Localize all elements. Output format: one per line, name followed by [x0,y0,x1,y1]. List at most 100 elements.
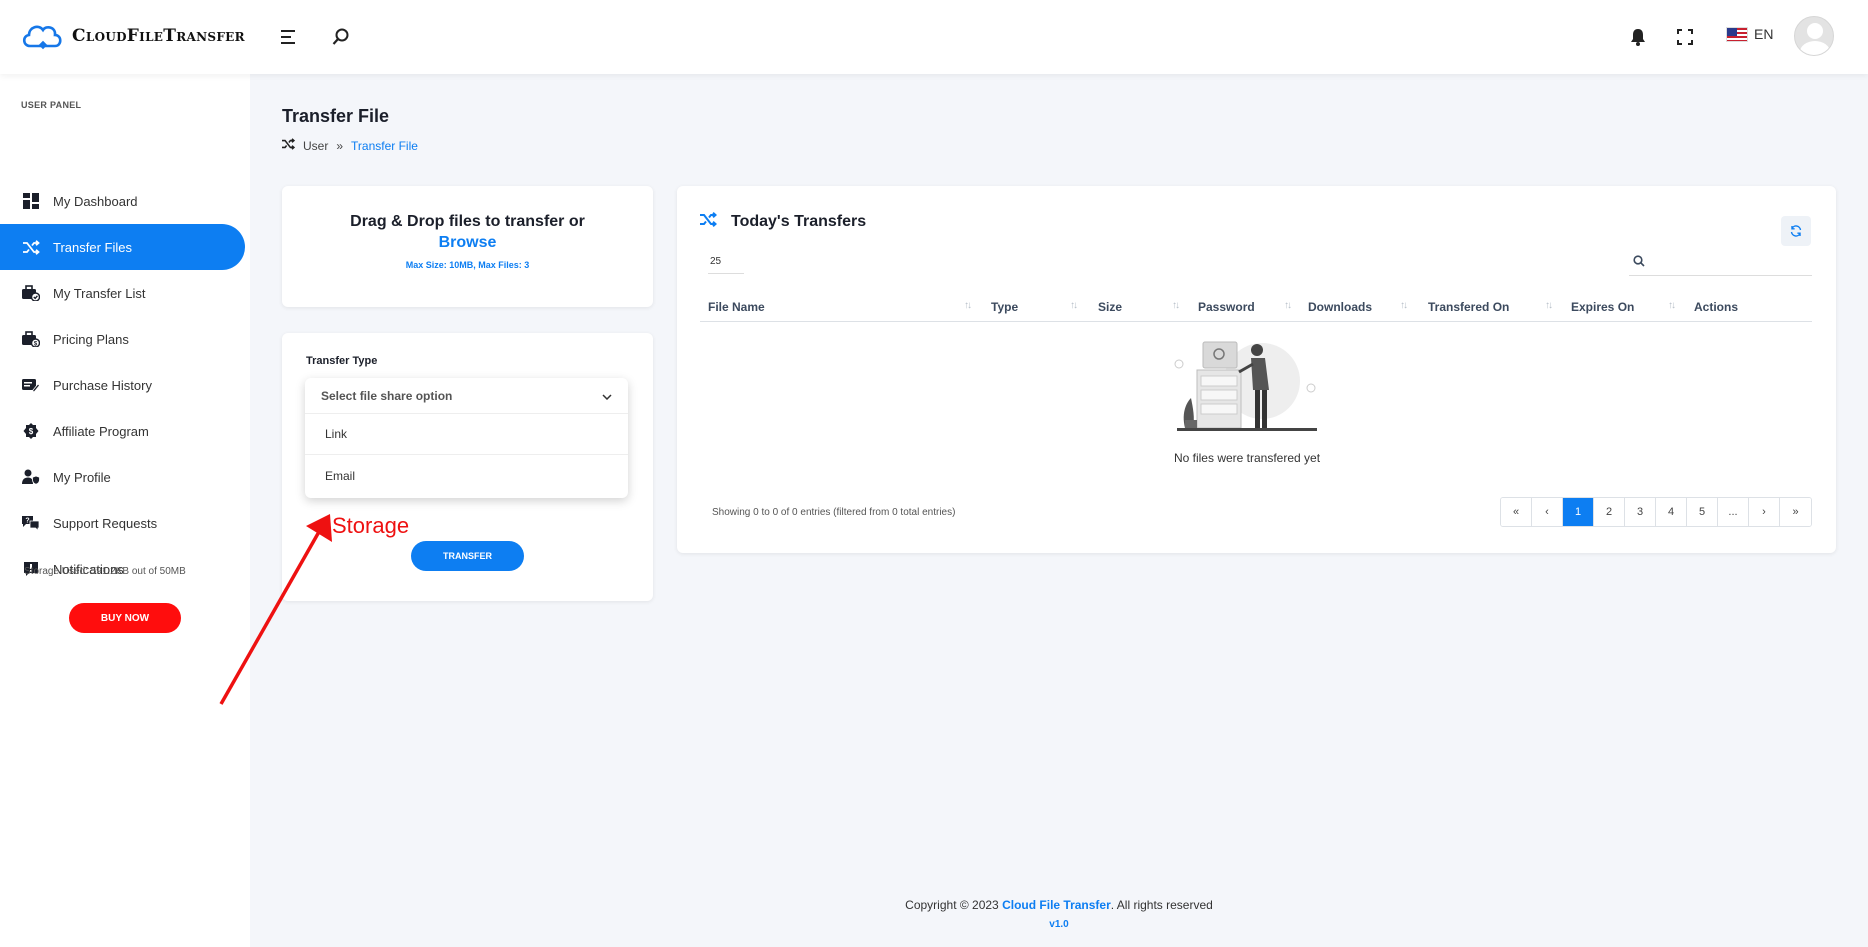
footer-prefix: Copyright © 2023 [905,898,1003,912]
svg-text:$: $ [29,427,34,436]
column-actions: Actions [1694,300,1739,314]
sidebar-item-label: Support Requests [53,515,158,531]
sort-icon[interactable]: ↑↓ [1668,300,1676,311]
sort-icon[interactable]: ↑↓ [1545,300,1553,311]
page-1-button[interactable]: 1 [1563,498,1594,526]
sort-icon[interactable]: ↑↓ [964,300,972,311]
edit-card-icon [22,376,40,394]
sort-icon[interactable]: ↑↓ [1284,300,1292,311]
option-email[interactable]: Email [305,455,628,496]
page-2-button[interactable]: 2 [1594,498,1625,526]
version: v1.0 [1049,919,1069,930]
sidebar-item-label: Pricing Plans [53,331,129,347]
column-size[interactable]: Size [1098,292,1122,322]
page-next-button[interactable]: › [1749,498,1780,526]
page-prev-button[interactable]: ‹ [1532,498,1563,526]
table-header: File Name ↑↓ Type ↑↓ Size ↑↓ Password ↑↓… [700,292,1812,322]
us-flag-icon [1726,26,1748,42]
search-icon[interactable] [330,26,352,48]
sidebar-item-transfer-list[interactable]: My Transfer List [0,270,250,316]
column-type[interactable]: Type [991,292,1018,322]
sort-icon[interactable]: ↑↓ [1070,300,1078,311]
language-code: EN [1754,26,1774,42]
refresh-icon [1790,225,1802,237]
shuffle-icon [700,212,718,232]
sidebar-item-label: My Dashboard [53,193,138,209]
app-logo[interactable]: CloudFileTransfer [20,18,245,54]
transfers-title-text: Today's Transfers [731,213,867,230]
user-shield-icon [22,468,40,486]
column-file-name[interactable]: File Name [708,292,765,322]
pagination: « ‹ 1 2 3 4 5 ... › » [1500,497,1812,527]
refresh-button[interactable] [1781,216,1811,246]
dropzone[interactable]: Drag & Drop files to transfer or Browse … [282,186,653,307]
search-icon [1633,254,1645,272]
sidebar-item-label: Affiliate Program [53,423,149,439]
option-link[interactable]: Link [305,414,628,455]
chevron-down-icon [602,389,612,403]
sort-icon[interactable]: ↑↓ [1400,300,1408,311]
briefcase-check-icon [22,284,40,302]
transfer-button[interactable]: TRANSFER [411,541,524,571]
todays-transfers-card: Today's Transfers 25 File Name ↑↓ Type ↑… [677,186,1836,553]
breadcrumb-separator: » [336,138,344,153]
language-selector[interactable]: EN [1726,26,1773,42]
transfer-type-select[interactable]: Select file share option Link Email [305,378,628,498]
briefcase-tag-icon: $ [22,330,40,348]
select-placeholder: Select file share option [321,388,453,403]
column-expires-on[interactable]: Expires On [1571,292,1634,322]
sidebar-item-purchase-history[interactable]: Purchase History [0,362,250,408]
sidebar-item-dashboard[interactable]: My Dashboard [0,178,250,224]
sidebar-item-my-profile[interactable]: My Profile [0,454,250,500]
column-downloads[interactable]: Downloads [1308,292,1372,322]
footer-brand-link[interactable]: Cloud File Transfer [1002,898,1111,912]
transfer-type-label: Transfer Type [306,355,378,367]
annotation-arrow [219,514,332,705]
page-ellipsis: ... [1718,498,1749,526]
breadcrumb: User » Transfer File [282,138,418,153]
avatar[interactable] [1794,16,1834,56]
sidebar-item-pricing-plans[interactable]: $ Pricing Plans [0,316,250,362]
panel-label: USER PANEL [21,100,82,110]
column-transfered-on[interactable]: Transfered On [1428,292,1509,322]
dollar-badge-icon: $ [22,422,40,440]
dropzone-title: Drag & Drop files to transfer or [350,213,585,230]
sidebar-item-label: Purchase History [53,377,152,393]
column-password[interactable]: Password [1198,292,1255,322]
empty-state: No files were transfered yet [1167,336,1327,465]
shuffle-icon [22,238,40,256]
page-title: Transfer File [282,106,390,126]
logo-text: CloudFileTransfer [72,26,245,46]
empty-illustration [1174,341,1317,431]
breadcrumb-parent[interactable]: User [303,139,328,153]
table-search-input[interactable] [1629,250,1812,276]
sidebar-item-affiliate-program[interactable]: $ Affiliate Program [0,408,250,454]
browse-link[interactable]: Browse [282,234,653,252]
dashboard-icon [22,192,40,210]
sort-icon[interactable]: ↑↓ [1172,300,1180,311]
shuffle-icon [282,138,296,153]
page-5-button[interactable]: 5 [1687,498,1718,526]
breadcrumb-current: Transfer File [351,138,418,153]
empty-message: No files were transfered yet [1173,451,1321,465]
page-first-button[interactable]: « [1501,498,1532,526]
page-length-select[interactable]: 25 [708,256,744,274]
sidebar-item-label: My Transfer List [53,285,146,301]
storage-used: Storage Used: 591.2KB out of 50MB [24,566,186,577]
menu-toggle-icon[interactable] [278,26,300,48]
sidebar-item-label: Transfer Files [53,239,132,255]
bell-icon[interactable] [1627,26,1649,48]
page-4-button[interactable]: 4 [1656,498,1687,526]
footer-suffix: . All rights reserved [1110,898,1213,912]
cloud-logo-icon [22,25,62,50]
page-last-button[interactable]: » [1780,498,1811,526]
buy-now-button[interactable]: BUY NOW [69,603,181,633]
top-bar: CloudFileTransfer EN [0,0,1868,74]
transfers-title: Today's Transfers [700,212,866,232]
fullscreen-icon[interactable] [1674,26,1696,48]
upload-limits: Max Size: 10MB, Max Files: 3 [405,260,530,270]
footer: Copyright © 2023 Cloud File Transfer. Al… [250,898,1868,912]
select-trigger[interactable]: Select file share option [305,378,628,414]
page-3-button[interactable]: 3 [1625,498,1656,526]
sidebar-item-transfer-files[interactable]: Transfer Files [0,224,245,270]
